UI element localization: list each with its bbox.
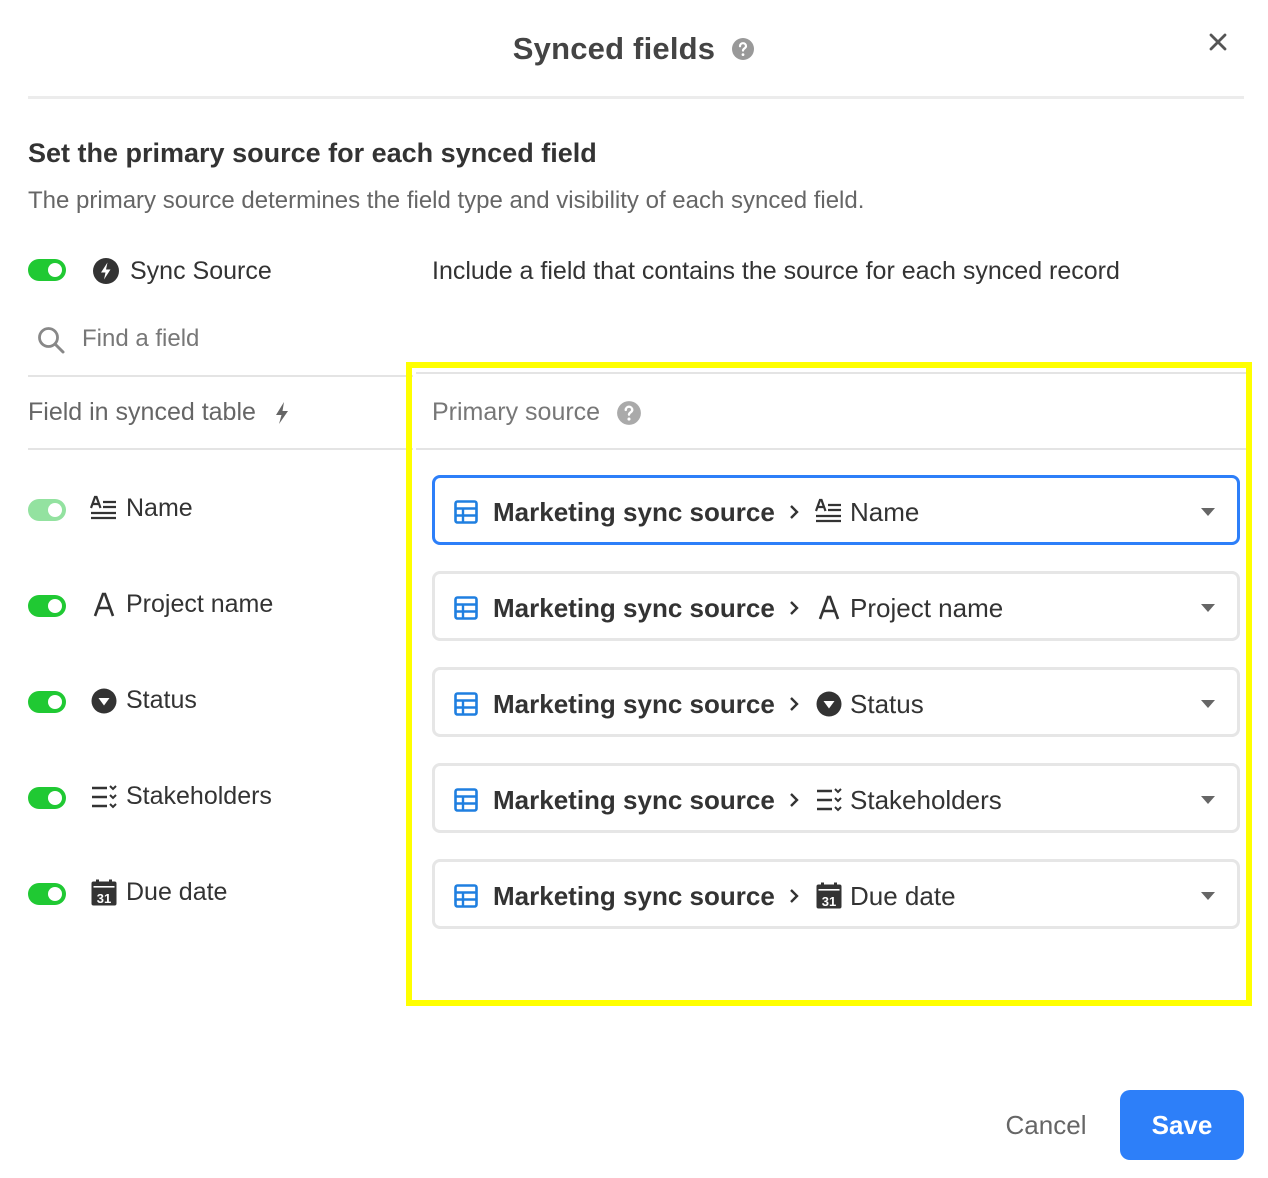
table-grid-icon — [454, 788, 478, 812]
table-grid-icon — [454, 500, 478, 524]
bolt-icon — [275, 401, 288, 424]
primary-source-select-due-date[interactable]: Marketing sync source 31 Due date — [432, 859, 1240, 929]
sync-source-description: Include a field that contains the source… — [432, 257, 1120, 285]
help-icon[interactable] — [731, 37, 755, 61]
primary-source-select-status[interactable]: Marketing sync source Status — [432, 667, 1240, 737]
primary-source-select-stakeholders[interactable]: Marketing sync source Stakeholders — [432, 763, 1240, 833]
close-icon[interactable] — [1206, 30, 1230, 54]
field-toggle-due-date[interactable] — [28, 883, 66, 905]
source-table-label: Marketing sync source — [493, 593, 775, 623]
chevron-right-icon — [790, 505, 799, 519]
field-stakeholders-label: Stakeholders — [126, 782, 272, 810]
multi-select-icon — [90, 783, 118, 811]
calendar-icon: 31 — [90, 879, 118, 907]
single-select-icon — [816, 691, 842, 717]
chevron-right-icon — [790, 793, 799, 807]
caret-down-icon — [1201, 700, 1215, 708]
field-project-name-label: Project name — [126, 590, 274, 618]
bolt-circle-icon — [92, 257, 120, 285]
left-column-header-divider — [28, 448, 413, 450]
table-grid-icon — [454, 596, 478, 620]
single-line-text-icon — [90, 591, 118, 619]
section-heading: Set the primary source for each synced f… — [28, 138, 597, 168]
left-column-header-label: Field in synced table — [28, 398, 256, 426]
source-table-label: Marketing sync source — [493, 689, 775, 719]
field-status-label: Status — [126, 686, 197, 714]
field-due-date-label: Due date — [126, 878, 228, 906]
header-divider — [28, 96, 1244, 99]
calendar-icon: 31 — [816, 882, 842, 909]
search-icon — [36, 325, 66, 355]
svg-text:31: 31 — [822, 894, 836, 909]
long-text-icon — [815, 498, 841, 523]
field-toggle-name[interactable] — [28, 499, 66, 521]
single-line-text-icon — [818, 595, 840, 620]
multi-select-icon — [817, 788, 842, 812]
source-field-label: Due date — [850, 881, 956, 911]
left-column-top-divider — [28, 375, 413, 377]
dialog-header: Synced fields — [0, 22, 1268, 76]
source-field-label: Name — [850, 497, 920, 527]
caret-down-icon — [1201, 604, 1215, 612]
source-field-label: Status — [850, 689, 924, 719]
long-text-icon — [89, 495, 118, 523]
source-table-label: Marketing sync source — [493, 881, 775, 911]
source-field-label: Stakeholders — [850, 785, 1002, 815]
field-toggle-status[interactable] — [28, 691, 66, 713]
source-field-label: Project name — [850, 593, 1004, 623]
dialog-title: Synced fields — [512, 31, 716, 66]
sync-source-toggle[interactable] — [28, 259, 66, 281]
field-name-label: Name — [126, 494, 193, 522]
field-toggle-project-name[interactable] — [28, 595, 66, 617]
left-column-header: Field in synced table — [28, 398, 290, 427]
chevron-right-icon — [790, 889, 799, 903]
caret-down-icon — [1201, 508, 1215, 516]
source-table-label: Marketing sync source — [493, 497, 775, 527]
source-table-label: Marketing sync source — [493, 785, 775, 815]
section-description: The primary source determines the field … — [28, 187, 865, 214]
primary-source-select-name[interactable]: Marketing sync source Name — [432, 475, 1240, 545]
chevron-right-icon — [790, 697, 799, 711]
save-button[interactable]: Save — [1120, 1090, 1244, 1160]
chevron-right-icon — [790, 601, 799, 615]
field-toggle-stakeholders[interactable] — [28, 787, 66, 809]
caret-down-icon — [1201, 796, 1215, 804]
caret-down-icon — [1201, 892, 1215, 900]
primary-source-select-project-name[interactable]: Marketing sync source Project name — [432, 571, 1240, 641]
cancel-button[interactable]: Cancel — [990, 1100, 1102, 1150]
single-select-icon — [90, 687, 118, 715]
table-grid-icon — [454, 884, 478, 908]
svg-text:31: 31 — [97, 891, 111, 906]
sync-source-label: Sync Source — [130, 257, 272, 285]
find-field-input[interactable] — [82, 318, 382, 360]
table-grid-icon — [454, 692, 478, 716]
